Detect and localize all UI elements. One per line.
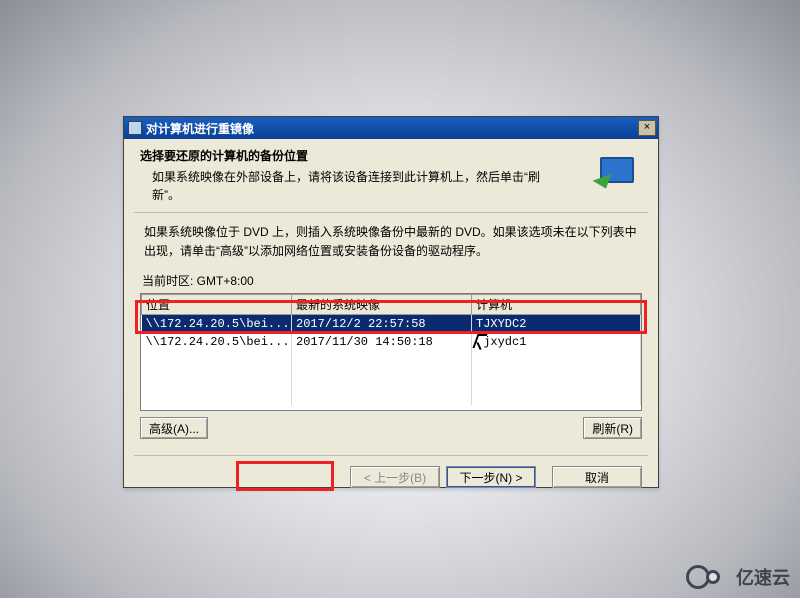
watermark-logo-icon xyxy=(686,565,730,589)
backup-list[interactable]: 位置 最新的系统映像 计算机 \\172.24.20.5\bei... 2017… xyxy=(140,293,642,411)
table-row[interactable]: \\172.24.20.5\bei... 2017/11/30 14:50:18… xyxy=(142,333,641,351)
divider xyxy=(134,455,648,456)
col-computer[interactable]: 计算机 xyxy=(472,295,641,315)
cell-computer: TJXYDC2 xyxy=(472,315,641,333)
app-icon xyxy=(128,121,142,135)
next-button[interactable]: 下一步(N) > xyxy=(446,466,536,488)
table-row-empty xyxy=(142,387,641,405)
page-subtext: 如果系统映像在外部设备上，请将该设备连接到此计算机上，然后单击“刷新”。 xyxy=(140,164,540,204)
refresh-button[interactable]: 刷新(R) xyxy=(583,417,642,439)
cancel-button[interactable]: 取消 xyxy=(552,466,642,488)
close-button[interactable]: × xyxy=(638,120,656,136)
col-latest-image[interactable]: 最新的系统映像 xyxy=(292,295,472,315)
cell-latest: 2017/12/2 22:57:58 xyxy=(292,315,472,333)
cell-location: \\172.24.20.5\bei... xyxy=(142,333,292,351)
cell-location: \\172.24.20.5\bei... xyxy=(142,315,292,333)
page-heading: 选择要还原的计算机的备份位置 xyxy=(140,147,594,164)
cell-computer: tjxydc1 xyxy=(472,333,641,351)
reimage-wizard-window: 对计算机进行重镜像 × 选择要还原的计算机的备份位置 如果系统映像在外部设备上，… xyxy=(123,116,659,488)
watermark-text: 亿速云 xyxy=(736,564,790,590)
cell-latest: 2017/11/30 14:50:18 xyxy=(292,333,472,351)
advanced-button[interactable]: 高级(A)... xyxy=(140,417,208,439)
timezone-label: 当前时区: GMT+8:00 xyxy=(140,270,642,293)
col-location[interactable]: 位置 xyxy=(142,295,292,315)
window-body: 选择要还原的计算机的备份位置 如果系统映像在外部设备上，请将该设备连接到此计算机… xyxy=(124,139,658,487)
desktop-background: 对计算机进行重镜像 × 选择要还原的计算机的备份位置 如果系统映像在外部设备上，… xyxy=(0,0,800,598)
info-text: 如果系统映像位于 DVD 上，则插入系统映像备份中最新的 DVD。如果该选项未在… xyxy=(140,223,642,270)
table-row-empty xyxy=(142,351,641,369)
table-row[interactable]: \\172.24.20.5\bei... 2017/12/2 22:57:58 … xyxy=(142,315,641,333)
restore-icon xyxy=(594,151,642,195)
divider xyxy=(134,212,648,213)
window-title: 对计算机进行重镜像 xyxy=(146,120,638,137)
table-row-empty xyxy=(142,369,641,387)
titlebar[interactable]: 对计算机进行重镜像 × xyxy=(124,117,658,139)
annotation-highlight-next xyxy=(236,461,334,491)
watermark: 亿速云 xyxy=(686,564,790,590)
table-header-row: 位置 最新的系统映像 计算机 xyxy=(142,295,641,315)
back-button[interactable]: < 上一步(B) xyxy=(350,466,440,488)
